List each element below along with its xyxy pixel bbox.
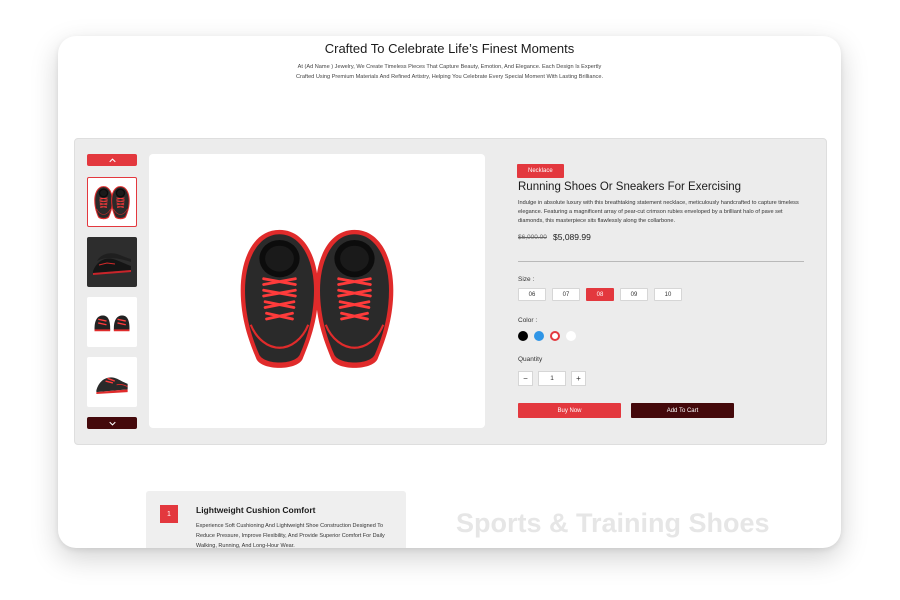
main-product-image — [149, 154, 485, 428]
divider — [518, 261, 804, 262]
thumbnail-scroll-down-button[interactable] — [87, 417, 137, 429]
section-heading: Sports & Training Shoes — [456, 508, 770, 538]
chevron-up-icon — [108, 157, 116, 162]
color-swatch-blue[interactable] — [534, 331, 544, 341]
color-options — [518, 331, 576, 341]
thumbnail-scroll-up-button[interactable] — [87, 154, 137, 166]
thumbnail-3[interactable] — [87, 297, 137, 347]
feature-number: 1 — [160, 505, 178, 523]
size-option-selected[interactable]: 08 — [586, 288, 614, 301]
color-label: Color : — [518, 317, 538, 324]
quantity-input[interactable]: 1 — [538, 371, 566, 386]
shoe-side-image — [96, 377, 128, 394]
quantity-stepper: − 1 + — [518, 371, 586, 386]
shoe-pair-image — [239, 228, 395, 370]
shoe-front-image — [94, 315, 130, 332]
buy-now-button[interactable]: Buy Now — [518, 403, 621, 418]
sale-price: $5,089.99 — [553, 232, 591, 242]
product-title: Running Shoes Or Sneakers For Exercising — [518, 181, 742, 193]
hero-title: Crafted To Celebrate Life’s Finest Momen… — [324, 41, 575, 56]
feature-title: Lightweight Cushion Comfort — [196, 505, 316, 515]
thumbnail-1[interactable] — [87, 177, 137, 227]
decrease-quantity-button[interactable]: − — [518, 371, 533, 386]
page-card: Crafted To Celebrate Life’s Finest Momen… — [58, 36, 841, 548]
chevron-down-icon — [108, 421, 116, 426]
thumbnail-4[interactable] — [87, 357, 137, 407]
thumbnail-2[interactable] — [87, 237, 137, 287]
increase-quantity-button[interactable]: + — [571, 371, 586, 386]
size-label: Size : — [518, 276, 535, 283]
size-option[interactable]: 09 — [620, 288, 648, 301]
category-badge[interactable]: Necklace — [517, 164, 564, 178]
quantity-label: Quantity — [518, 356, 543, 363]
size-option[interactable]: 10 — [654, 288, 682, 301]
size-option[interactable]: 06 — [518, 288, 546, 301]
size-options: 06 07 08 09 10 — [518, 288, 682, 301]
color-swatch-white[interactable] — [566, 331, 576, 341]
feature-card: 1 Lightweight Cushion Comfort Experience… — [146, 491, 406, 548]
shoe-pair-image — [93, 185, 131, 220]
add-to-cart-button[interactable]: Add To Cart — [631, 403, 734, 418]
hero-description: At (Ad Name ) Jewelry, We Create Timeles… — [295, 64, 604, 80]
color-swatch-black[interactable] — [518, 331, 528, 341]
product-description: Indulge in absolute luxury with this bre… — [518, 200, 799, 224]
size-option[interactable]: 07 — [552, 288, 580, 301]
feature-description: Experience Soft Cushioning And Lightweig… — [196, 523, 385, 548]
shoe-pair-image — [93, 253, 131, 275]
original-price: $6,000.00 — [518, 234, 547, 241]
color-swatch-red-selected[interactable] — [550, 331, 560, 341]
product-panel: Necklace Running Shoes Or Sneakers For E… — [74, 138, 827, 445]
